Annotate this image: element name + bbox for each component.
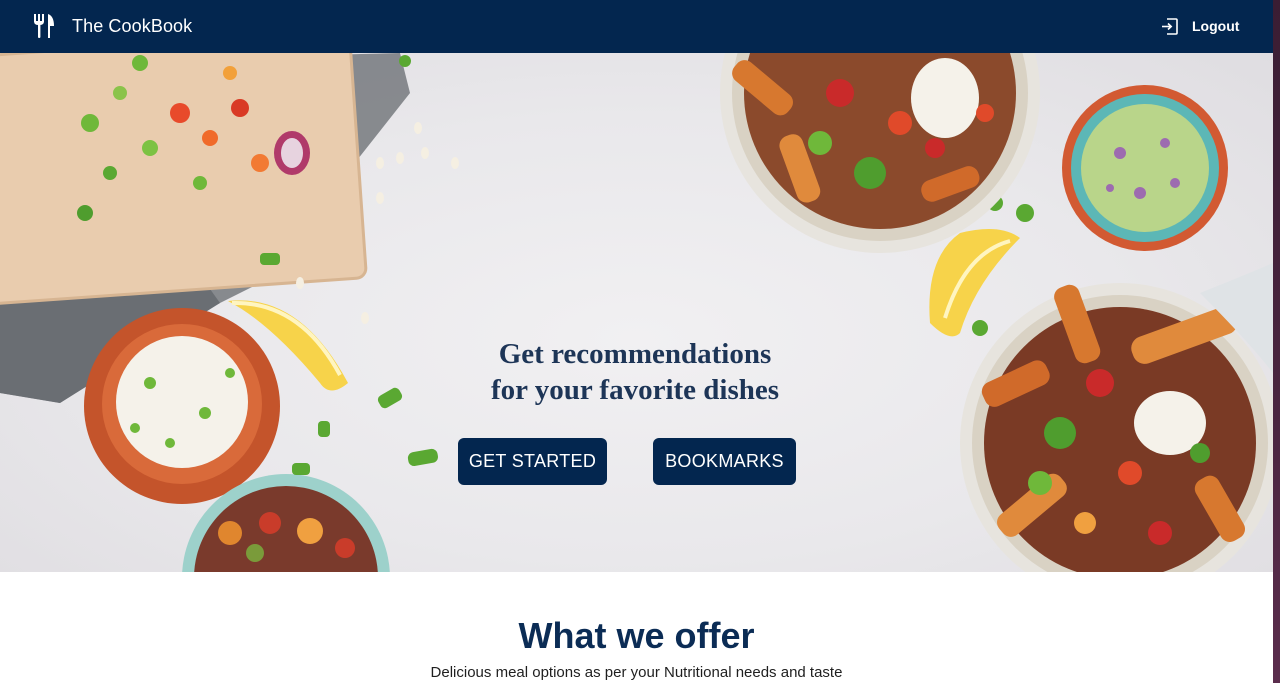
page: The CookBook Logout Get recommendations … xyxy=(0,0,1273,683)
logout-label: Logout xyxy=(1192,18,1240,34)
offer-section: What we offer Delicious meal options as … xyxy=(0,572,1273,683)
hero-headline-line2: for your favorite dishes xyxy=(490,374,780,406)
navbar: The CookBook Logout xyxy=(0,0,1273,53)
offer-subtitle: Delicious meal options as per your Nutri… xyxy=(430,664,843,681)
hero-food-background-image xyxy=(0,53,1273,572)
get-started-button[interactable]: GET STARTED xyxy=(458,438,607,485)
logout-icon xyxy=(1162,17,1178,35)
fork-knife-icon xyxy=(34,14,54,38)
brand[interactable]: The CookBook xyxy=(33,13,192,39)
hero-section: Get recommendations for your favorite di… xyxy=(0,53,1273,572)
bookmarks-button[interactable]: BOOKMARKS xyxy=(653,438,796,485)
logout-button[interactable]: Logout xyxy=(1161,16,1239,36)
hero-headline: Get recommendations for your favorite di… xyxy=(435,336,835,408)
window-scrollbar[interactable] xyxy=(1273,0,1280,683)
hero-headline-line1: Get recommendations xyxy=(498,338,772,370)
brand-name: The CookBook xyxy=(72,15,193,36)
offer-title: What we offer xyxy=(518,615,755,656)
